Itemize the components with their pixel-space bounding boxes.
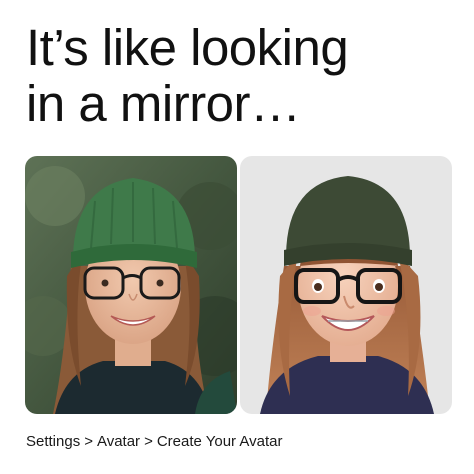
headline-line-2: in a mirror… xyxy=(26,75,301,132)
portrait-photo xyxy=(25,156,237,414)
breadcrumb-avatar[interactable]: Avatar xyxy=(97,433,140,450)
headline: It’s like looking in a mirror… xyxy=(26,20,456,132)
avatar-image xyxy=(240,156,452,414)
headline-line-1: It’s like looking xyxy=(26,19,349,76)
breadcrumb-create-your-avatar[interactable]: Create Your Avatar xyxy=(157,433,283,450)
breadcrumb-separator: > xyxy=(84,433,93,450)
breadcrumb-separator: > xyxy=(144,433,153,450)
portrait-photo-illustration xyxy=(25,156,237,414)
breadcrumb: Settings > Avatar > Create Your Avatar xyxy=(26,432,282,452)
avatar-illustration xyxy=(240,156,452,414)
breadcrumb-settings[interactable]: Settings xyxy=(26,433,80,450)
